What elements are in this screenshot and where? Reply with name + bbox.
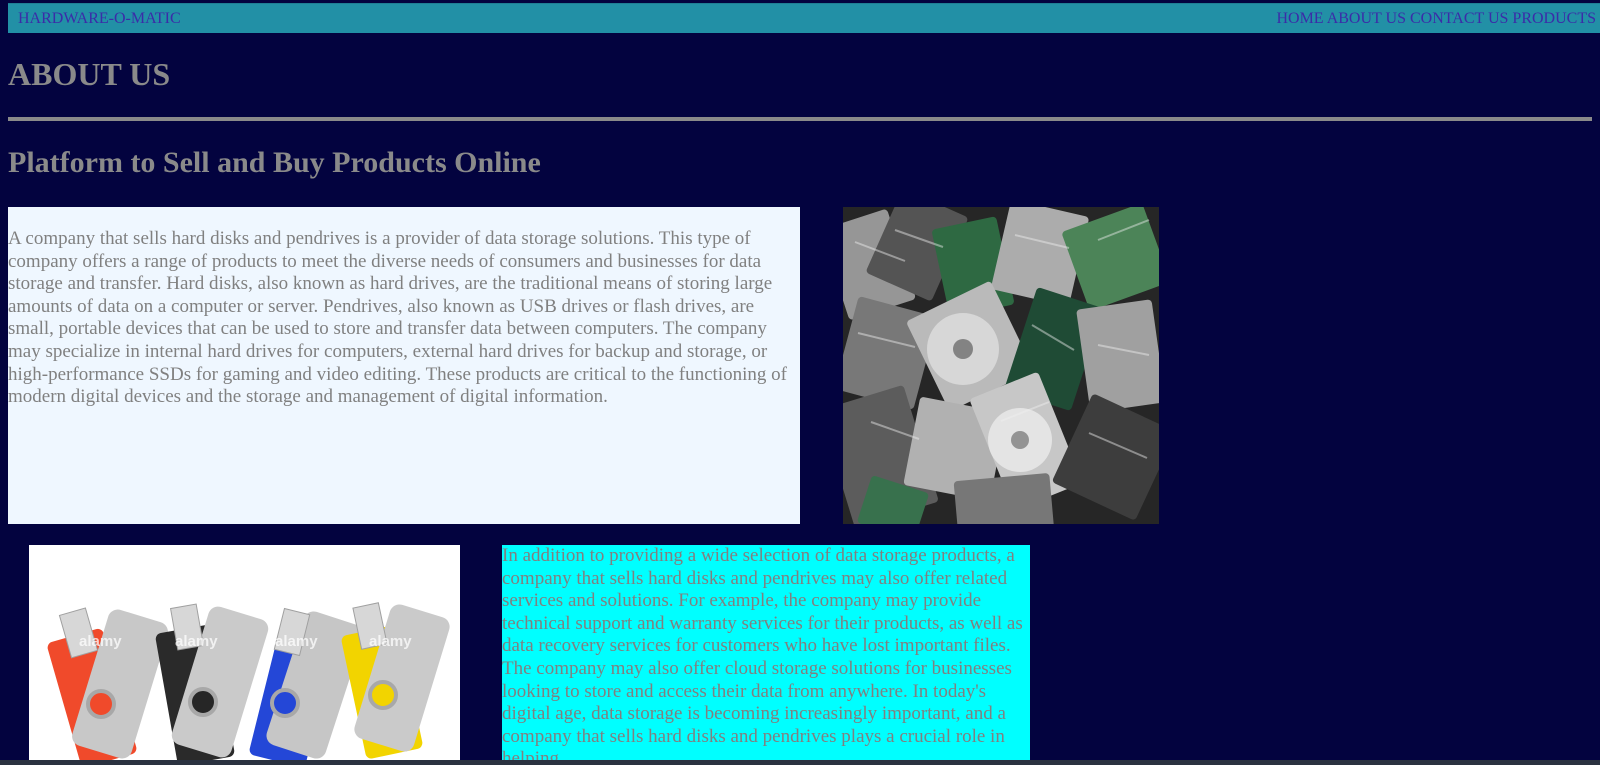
nav-link-products[interactable]: PRODUCTS <box>1512 10 1596 27</box>
usb-drives-image: alamy alamy alamy alamy <box>29 545 460 765</box>
usb-watermark-1: alamy <box>79 633 122 650</box>
about-panel-services: In addition to providing a wide selectio… <box>502 545 1030 765</box>
brand-link[interactable]: HARDWARE-O-MATIC <box>18 10 181 28</box>
nav-link-home[interactable]: HOME <box>1276 10 1323 27</box>
page-title: ABOUT US <box>8 56 171 92</box>
about-paragraph-2: In addition to providing a wide selectio… <box>502 545 1023 765</box>
nav-links: HOME ABOUT US CONTACT US PRODUCTS <box>1276 10 1596 28</box>
page: HARDWARE-O-MATIC HOME ABOUT US CONTACT U… <box>0 0 1600 765</box>
usb-watermark-2: alamy <box>175 633 218 650</box>
about-paragraph-1: A company that sells hard disks and pend… <box>8 228 787 408</box>
nav-link-contact-us[interactable]: CONTACT US <box>1410 10 1508 27</box>
nav-link-about-us[interactable]: ABOUT US <box>1327 10 1406 27</box>
top-navbar: HARDWARE-O-MATIC HOME ABOUT US CONTACT U… <box>8 3 1600 33</box>
bottom-bar <box>0 760 1600 765</box>
section-title: Platform to Sell and Buy Products Online <box>8 146 541 179</box>
usb-watermark-3: alamy <box>275 633 318 650</box>
about-panel-storage-solutions: A company that sells hard disks and pend… <box>8 207 800 524</box>
hard-drives-image <box>843 207 1159 524</box>
heading-divider <box>8 117 1592 121</box>
usb-watermark-4: alamy <box>369 633 412 650</box>
hard-drives-illustration <box>843 207 1159 524</box>
usb-drives-illustration: alamy alamy alamy alamy <box>29 545 460 765</box>
